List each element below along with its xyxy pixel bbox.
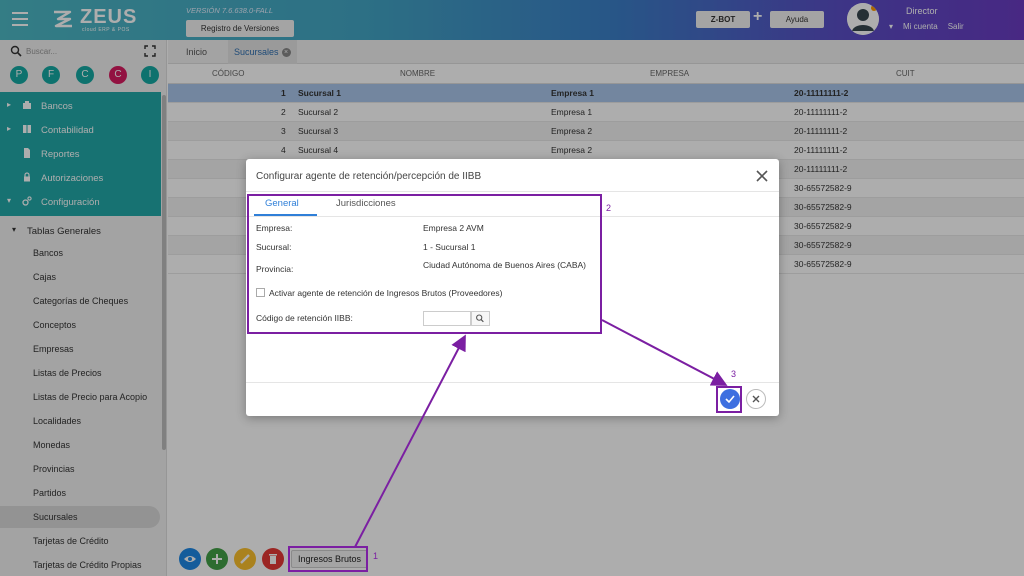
close-icon: [752, 395, 760, 403]
annotation-number-2: 2: [606, 203, 612, 213]
annotation-number-3: 3: [731, 369, 737, 379]
divider: [246, 191, 779, 192]
dialog-title: Configurar agente de retención/percepció…: [256, 171, 482, 182]
cancel-button[interactable]: [746, 389, 766, 409]
divider: [246, 382, 779, 383]
annotation-box-3: [716, 386, 742, 413]
annotation-box-2: [247, 194, 602, 334]
annotation-box-1: [288, 546, 368, 572]
annotation-number-1: 1: [373, 551, 379, 561]
close-icon[interactable]: [754, 168, 770, 184]
